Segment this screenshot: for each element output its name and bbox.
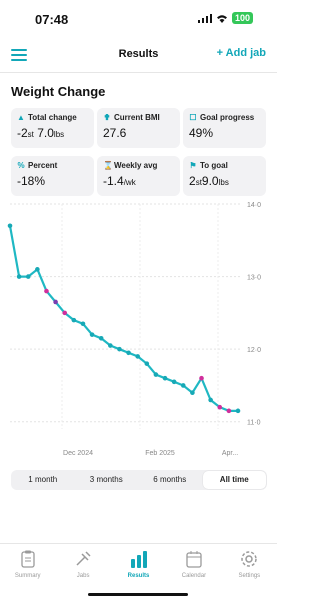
data-point xyxy=(80,321,86,327)
figure-icon: ✟ xyxy=(103,113,111,122)
y-tick-label: 14·0 xyxy=(247,202,261,209)
stat-value: 49% xyxy=(189,126,214,140)
data-point xyxy=(153,372,159,377)
status-icons: 100 xyxy=(197,12,253,24)
stat-card-weekly-avg[interactable]: ⌛ Weekly avg -1.4/wk xyxy=(97,156,180,196)
tab-bar: Summary Jabs Results Calendar Settings xyxy=(0,543,277,600)
tab-calendar[interactable]: Calendar xyxy=(166,544,221,600)
syringe-icon xyxy=(76,551,91,566)
status-time: 07:48 xyxy=(35,12,69,27)
section-title: Weight Change xyxy=(11,84,106,99)
data-point xyxy=(144,361,150,366)
range-1-month[interactable]: 1 month xyxy=(11,470,75,490)
flag-icon: ⚑ xyxy=(189,161,197,170)
tab-settings[interactable]: Settings xyxy=(222,544,277,600)
clipboard-icon xyxy=(21,550,35,568)
home-indicator xyxy=(88,593,188,596)
stat-card-bmi[interactable]: ✟ Current BMI 27.6 xyxy=(97,108,180,148)
status-bar: 07:48 100 xyxy=(0,0,277,38)
header-divider xyxy=(0,72,277,73)
data-point xyxy=(35,267,40,272)
data-point xyxy=(235,408,241,414)
stat-card-total-change[interactable]: ▲ Total change -2st 7.0lbs xyxy=(11,108,94,148)
weight-series-line xyxy=(8,225,238,412)
range-selector: 1 month 3 months 6 months All time xyxy=(11,470,267,490)
x-tick-label: Dec 2024 xyxy=(63,450,93,457)
tab-results[interactable]: Results xyxy=(111,544,166,600)
weight-chart: 14·0 13·0 12·0 11·0 Dec 2024 Feb 2025 Apr... xyxy=(0,198,277,468)
data-point xyxy=(89,332,95,337)
data-point xyxy=(226,408,232,414)
stat-card-goal-progress[interactable]: ☐ Goal progress 49% xyxy=(183,108,266,148)
stat-value: -18% xyxy=(17,174,46,188)
data-point xyxy=(25,274,31,279)
stat-value: 27.6 xyxy=(103,126,127,140)
gear-icon xyxy=(241,551,258,567)
y-tick-label: 11·0 xyxy=(247,420,261,427)
data-point xyxy=(71,317,77,323)
battery-icon: 100 xyxy=(231,12,253,24)
stat-value: 2st9.0lbs xyxy=(189,174,229,188)
y-tick-label: 12·0 xyxy=(247,347,261,354)
signal-icon xyxy=(197,13,212,23)
data-point xyxy=(135,354,140,359)
weight-chart-svg: 14·0 13·0 12·0 11·0 Dec 2024 Feb 2025 Apr... xyxy=(7,202,261,457)
range-all-time[interactable]: All time xyxy=(202,471,266,489)
range-6-months[interactable]: 6 months xyxy=(138,470,202,490)
data-point xyxy=(162,375,168,381)
data-point xyxy=(98,335,104,341)
wifi-icon xyxy=(216,14,227,23)
data-point xyxy=(208,397,213,403)
data-point xyxy=(171,379,177,385)
data-point xyxy=(62,310,68,316)
trophy-icon: ☐ xyxy=(189,113,197,122)
data-point xyxy=(117,346,122,352)
data-point xyxy=(126,350,131,356)
data-point xyxy=(217,404,223,410)
header: Results + Add jab xyxy=(0,40,277,70)
stat-card-to-goal[interactable]: ⚑ To goal 2st9.0lbs xyxy=(183,156,266,196)
stat-value: -2st 7.0lbs xyxy=(17,126,65,140)
data-point xyxy=(7,223,13,229)
data-point xyxy=(53,299,58,305)
person-icon: ▲ xyxy=(17,113,25,122)
tab-summary[interactable]: Summary xyxy=(0,544,55,600)
x-tick-label: Feb 2025 xyxy=(145,450,175,457)
percent-icon: % xyxy=(17,161,25,170)
stat-card-percent[interactable]: % Percent -18% xyxy=(11,156,94,196)
stat-value: -1.4/wk xyxy=(103,174,136,188)
data-point xyxy=(180,383,186,388)
calendar-icon xyxy=(186,551,202,568)
data-point xyxy=(16,274,22,279)
data-point xyxy=(190,390,195,396)
data-point xyxy=(108,343,113,348)
data-point xyxy=(44,288,49,294)
x-tick-label: Apr... xyxy=(222,450,238,457)
bar-chart-icon xyxy=(130,551,147,568)
tab-jabs[interactable]: Jabs xyxy=(55,544,110,600)
range-3-months[interactable]: 3 months xyxy=(75,470,139,490)
hourglass-icon: ⌛ xyxy=(103,161,113,170)
data-point xyxy=(199,375,204,381)
y-tick-label: 13·0 xyxy=(247,275,261,282)
add-jab-button[interactable]: + Add jab xyxy=(217,47,266,59)
